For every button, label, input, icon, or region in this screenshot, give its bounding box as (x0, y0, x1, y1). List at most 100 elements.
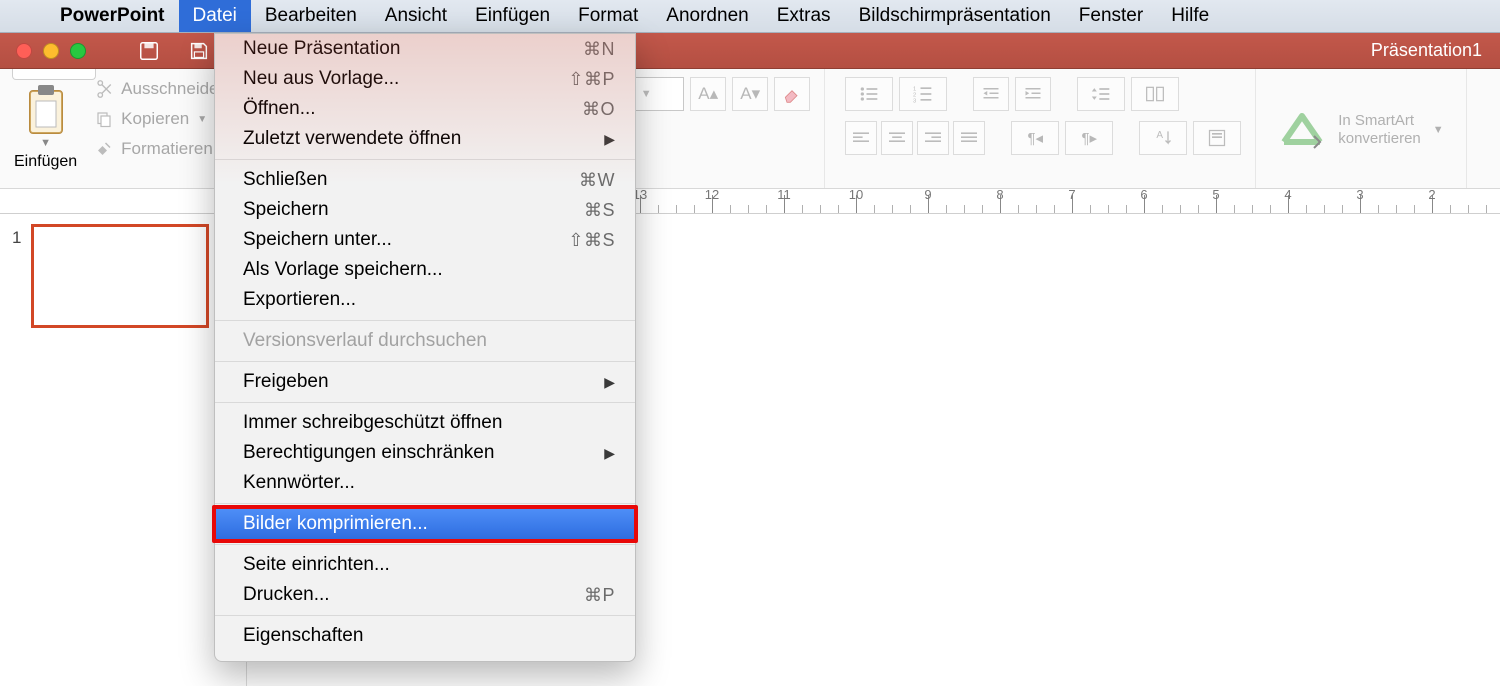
ruler-number: 8 (996, 189, 1003, 202)
svg-text:3: 3 (913, 98, 916, 103)
paste-button[interactable]: ▼ Einfügen (14, 83, 77, 171)
menu-item[interactable]: Immer schreibgeschützt öffnen (215, 408, 635, 438)
menubar-item-ansicht[interactable]: Ansicht (371, 0, 461, 32)
ruler-number: 3 (1356, 189, 1363, 202)
menu-item-shortcut: ⌘O (582, 99, 615, 120)
menu-item[interactable]: Speichern⌘S (215, 195, 635, 225)
menu-item-label: Freigeben (243, 371, 329, 393)
menubar-item-datei[interactable]: Datei (179, 0, 251, 32)
menubar-item-bearbeiten[interactable]: Bearbeiten (251, 0, 371, 32)
text-direction-button[interactable]: ¶◂ (1011, 121, 1059, 155)
increase-indent-button[interactable] (1015, 77, 1051, 111)
menu-item-label: Bilder komprimieren... (243, 513, 428, 535)
ribbon-smartart-group: In SmartArt konvertieren ▼ (1256, 69, 1466, 188)
ltr-button[interactable]: ¶▸ (1065, 121, 1113, 155)
menubar-item-fenster[interactable]: Fenster (1065, 0, 1157, 32)
submenu-arrow-icon: ▶ (604, 131, 615, 148)
align-text-button[interactable] (1193, 121, 1241, 155)
menu-item[interactable]: Bilder komprimieren... (215, 509, 635, 539)
slide-number: 1 (12, 228, 21, 328)
menubar-item-einfuegen[interactable]: Einfügen (461, 0, 564, 32)
align-right-button[interactable] (917, 121, 949, 155)
window-minimize-button[interactable] (43, 43, 59, 59)
ltr-icon: ¶▸ (1081, 129, 1097, 147)
menu-item[interactable]: Neu aus Vorlage...⇧⌘P (215, 64, 635, 94)
menu-item[interactable]: Exportieren... (215, 285, 635, 315)
menubar-item-format[interactable]: Format (564, 0, 652, 32)
vertical-text-icon: A (1153, 128, 1173, 148)
columns-button[interactable] (1131, 77, 1179, 111)
menu-item[interactable]: Seite einrichten... (215, 550, 635, 580)
menubar-item-hilfe[interactable]: Hilfe (1157, 0, 1223, 32)
vertical-text-button[interactable]: A (1139, 121, 1187, 155)
paste-label: Einfügen (14, 153, 77, 171)
copy-button[interactable]: Kopieren ▼ (95, 109, 228, 129)
svg-text:A: A (1157, 130, 1164, 141)
menu-item[interactable]: Drucken... ⌘P (215, 580, 635, 610)
menu-item[interactable]: Eigenschaften (215, 621, 635, 651)
format-painter-button[interactable]: Formatieren (95, 139, 228, 159)
menu-item-label: Speichern (243, 199, 329, 221)
cut-button[interactable]: Ausschneiden (95, 79, 228, 99)
eraser-icon (782, 84, 802, 104)
menu-item[interactable]: Kennwörter... (215, 468, 635, 498)
convert-to-smartart-button[interactable]: In SmartArt konvertieren ▼ (1278, 108, 1443, 152)
menubar-item-anordnen[interactable]: Anordnen (652, 0, 762, 32)
slide-thumbnail[interactable] (31, 224, 209, 328)
save-icon[interactable] (188, 40, 210, 62)
quicksave-file-icon[interactable] (138, 40, 160, 62)
justify-icon (961, 131, 977, 145)
align-center-button[interactable] (881, 121, 913, 155)
menu-item[interactable]: Öffnen...⌘O (215, 94, 635, 124)
decrease-indent-button[interactable] (973, 77, 1009, 111)
bullets-button[interactable] (845, 77, 893, 111)
align-left-button[interactable] (845, 121, 877, 155)
copy-label: Kopieren (121, 109, 189, 129)
decrease-indent-icon (982, 86, 1000, 102)
menu-item-label: Seite einrichten... (243, 554, 390, 576)
clipboard-icon (24, 83, 68, 137)
slide-thumbnail-panel[interactable]: 1 (0, 214, 247, 686)
menu-item-label: Drucken... (243, 584, 330, 606)
menu-item: Versionsverlauf durchsuchen (215, 326, 635, 356)
traffic-lights (16, 43, 86, 59)
paintbrush-icon (95, 140, 113, 158)
menubar-item-bildschirmpraesentation[interactable]: Bildschirmpräsentation (845, 0, 1065, 32)
menu-item-label: Neu aus Vorlage... (243, 68, 399, 90)
decrease-font-button[interactable]: A▾ (732, 77, 768, 111)
menu-item-shortcut: ⇧⌘S (568, 230, 615, 251)
window-close-button[interactable] (16, 43, 32, 59)
file-menu-dropdown: Neue Präsentation ⌘N Neu aus Vorlage...⇧⌘P… (214, 33, 636, 662)
menu-item-shortcut: ⌘W (579, 170, 615, 191)
menu-item-label: Versionsverlauf durchsuchen (243, 330, 487, 352)
ruler-number: 4 (1284, 189, 1291, 202)
menu-item[interactable]: Neue Präsentation ⌘N (215, 34, 635, 64)
menu-item-shortcut: ⌘P (584, 585, 615, 606)
slide-thumbnail-row[interactable]: 1 (12, 224, 234, 328)
clear-formatting-button[interactable] (774, 77, 810, 111)
justify-button[interactable] (953, 121, 985, 155)
menu-item[interactable]: Zuletzt verwendete öffnen▶ (215, 124, 635, 154)
window-zoom-button[interactable] (70, 43, 86, 59)
menu-item-label: Neue Präsentation (243, 38, 400, 60)
document-title: Präsentation1 (1371, 40, 1482, 61)
menubar-app-name[interactable]: PowerPoint (46, 0, 179, 32)
ruler-number: 10 (849, 189, 863, 202)
numbering-button[interactable]: 123 (899, 77, 947, 111)
menu-item-shortcut: ⌘N (583, 39, 615, 60)
increase-font-icon: A▴ (698, 84, 718, 104)
menu-item[interactable]: Speichern unter...⇧⌘S (215, 225, 635, 255)
menu-item[interactable]: Freigeben▶ (215, 367, 635, 397)
menu-item[interactable]: Als Vorlage speichern... (215, 255, 635, 285)
submenu-arrow-icon: ▶ (604, 445, 615, 462)
increase-font-button[interactable]: A▴ (690, 77, 726, 111)
menubar-item-extras[interactable]: Extras (763, 0, 845, 32)
ruler-number: 5 (1212, 189, 1219, 202)
ruler-number: 6 (1140, 189, 1147, 202)
menu-item[interactable]: Berechtigungen einschränken▶ (215, 438, 635, 468)
decrease-font-icon: A▾ (740, 84, 760, 104)
line-spacing-button[interactable] (1077, 77, 1125, 111)
align-right-icon (925, 131, 941, 145)
smartart-icon (1278, 108, 1326, 152)
menu-item[interactable]: Schließen⌘W (215, 165, 635, 195)
